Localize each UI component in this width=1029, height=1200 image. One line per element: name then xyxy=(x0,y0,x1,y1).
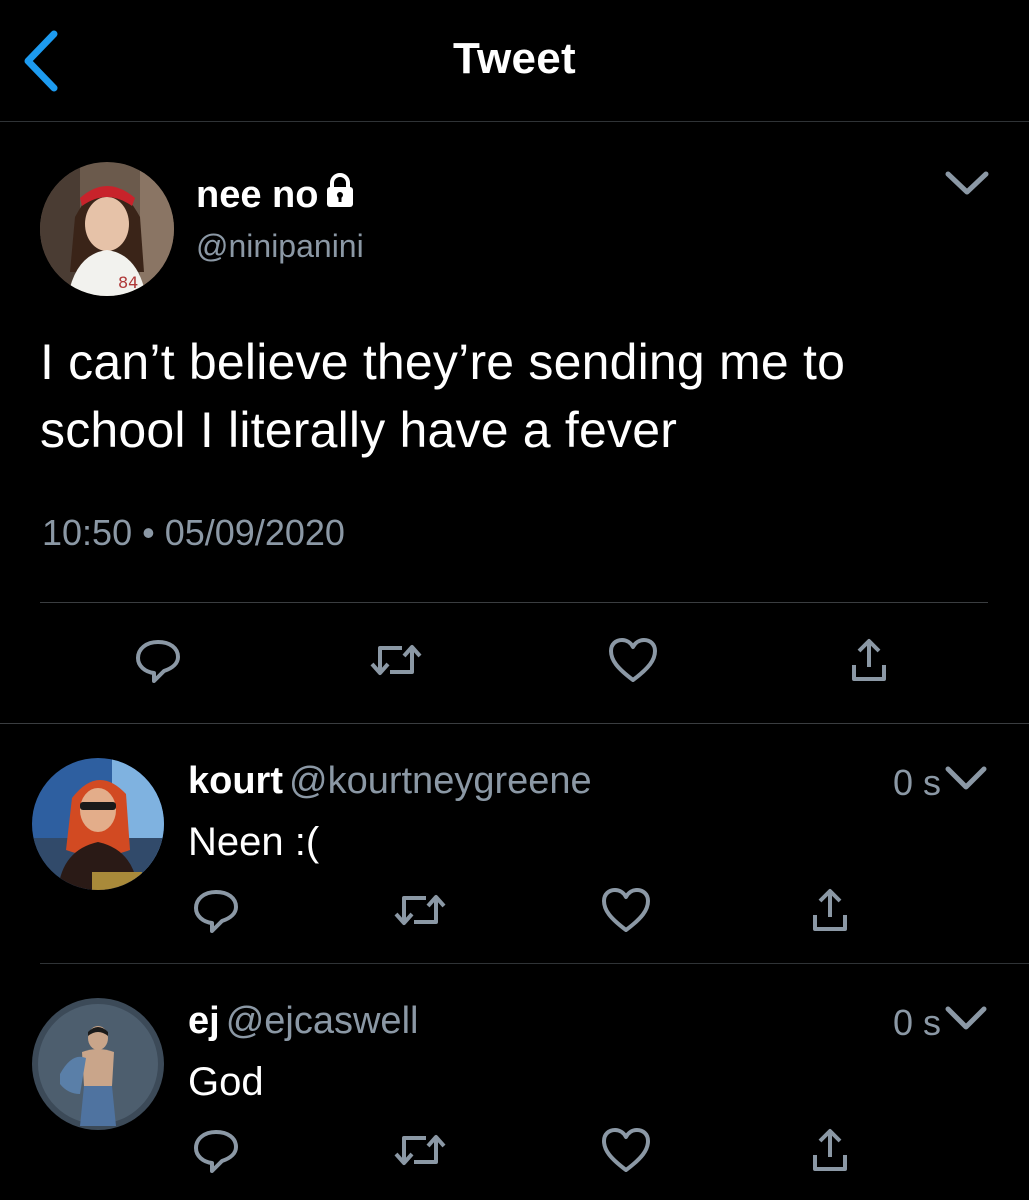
reply-icon xyxy=(194,1130,238,1173)
reply-button[interactable] xyxy=(186,1120,246,1180)
reply-text: Neen :( xyxy=(188,820,320,864)
avatar[interactable] xyxy=(32,758,164,890)
page-title: Tweet xyxy=(453,34,576,83)
chevron-down-icon xyxy=(945,1006,987,1030)
retweet-icon xyxy=(394,1135,446,1165)
main-tweet: 84 nee no @ninipanini I can’t believe th… xyxy=(0,122,1029,724)
more-options-button[interactable] xyxy=(944,168,990,203)
heart-icon xyxy=(602,888,650,932)
share-button[interactable] xyxy=(800,880,860,940)
reply-header: kourt @kourtneygreene xyxy=(188,760,592,803)
like-button[interactable] xyxy=(603,630,663,690)
retweet-button[interactable] xyxy=(390,880,450,940)
tweet-actions xyxy=(0,630,1029,690)
reply-button[interactable] xyxy=(128,630,188,690)
avatar[interactable] xyxy=(32,998,164,1130)
heart-icon xyxy=(609,638,657,682)
reply-icon xyxy=(136,640,180,683)
more-options-button[interactable] xyxy=(944,1004,988,1037)
reply-icon xyxy=(194,890,238,933)
reply-button[interactable] xyxy=(186,880,246,940)
reply-actions xyxy=(0,880,1029,940)
nav-bar: Tweet xyxy=(0,0,1029,122)
retweet-button[interactable] xyxy=(390,1120,450,1180)
share-button[interactable] xyxy=(800,1120,860,1180)
user-handle[interactable]: @kourtneygreene xyxy=(289,760,592,802)
like-button[interactable] xyxy=(596,880,656,940)
reply-timestamp: 0 s xyxy=(892,1002,941,1043)
chevron-down-icon xyxy=(945,171,989,195)
tweet-timestamp[interactable]: 10:50 • 05/09/2020 xyxy=(42,512,345,554)
meta-separator: • xyxy=(142,512,155,553)
share-button[interactable] xyxy=(839,630,899,690)
reply-timestamp: 0 s xyxy=(892,762,941,803)
retweet-button[interactable] xyxy=(366,630,426,690)
user-handle[interactable]: @ninipanini xyxy=(196,228,364,265)
retweet-icon xyxy=(394,895,446,925)
reply-tweet[interactable]: ej @ejcaswell 0 s God xyxy=(0,964,1029,1200)
like-button[interactable] xyxy=(596,1120,656,1180)
svg-text:84: 84 xyxy=(118,273,138,292)
share-icon xyxy=(852,639,886,681)
display-name[interactable]: kourt xyxy=(188,760,283,802)
display-name[interactable]: nee no xyxy=(196,172,358,218)
heart-icon xyxy=(602,1128,650,1172)
reply-header: ej @ejcaswell xyxy=(188,1000,418,1043)
reply-tweet[interactable]: kourt @kourtneygreene 0 s Neen :( xyxy=(0,724,1029,964)
chevron-down-icon xyxy=(945,766,987,790)
divider xyxy=(40,602,988,603)
user-handle[interactable]: @ejcaswell xyxy=(226,1000,419,1042)
lock-icon xyxy=(322,172,358,218)
display-name-text: nee no xyxy=(196,173,319,216)
share-icon xyxy=(813,889,847,931)
more-options-button[interactable] xyxy=(944,764,988,797)
avatar[interactable]: 84 xyxy=(40,162,174,296)
tweet-date: 05/09/2020 xyxy=(164,512,345,553)
tweet-text: I can’t believe they’re sending me to sc… xyxy=(40,334,846,458)
display-name[interactable]: ej xyxy=(188,1000,220,1042)
reply-actions xyxy=(0,1120,1029,1180)
share-icon xyxy=(813,1129,847,1171)
tweet-time: 10:50 xyxy=(42,512,133,553)
reply-text: God xyxy=(188,1060,264,1104)
retweet-icon xyxy=(370,645,422,675)
